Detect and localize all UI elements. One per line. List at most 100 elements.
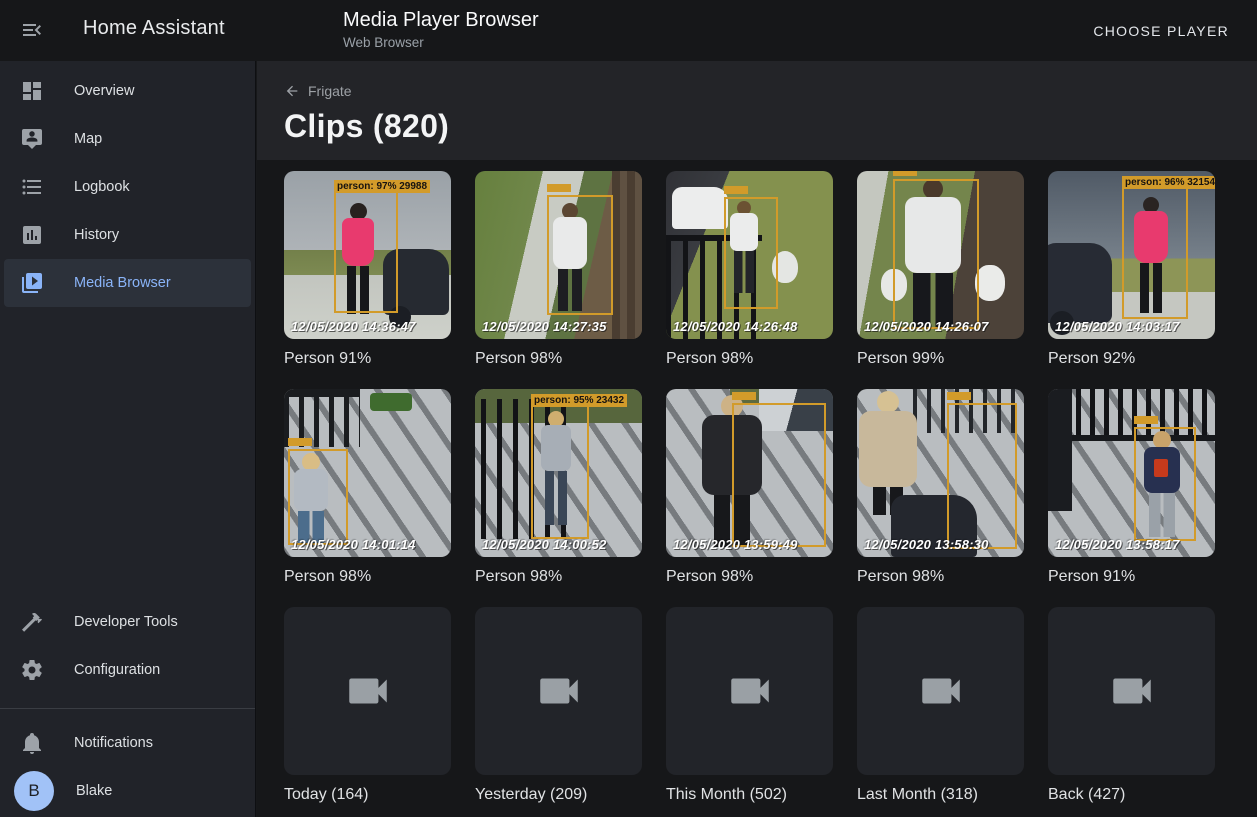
detection-chip: person: 97% 29988 <box>334 180 430 193</box>
sidebar-item-label: History <box>74 227 119 243</box>
folder-thumbnail[interactable] <box>666 607 833 775</box>
folder-thumbnail[interactable] <box>1048 607 1215 775</box>
sidebar-item-configuration[interactable]: Configuration <box>4 646 251 694</box>
porch-shape <box>612 171 642 339</box>
sidebar: Overview Map Logbook History Media Brows… <box>0 61 256 817</box>
folder-card-yesterday[interactable]: Yesterday (209) <box>475 607 642 804</box>
page-subtitle: Web Browser <box>343 35 539 50</box>
choose-player-button[interactable]: CHOOSE PLAYER <box>1085 0 1237 61</box>
menu-open-icon[interactable] <box>20 18 44 42</box>
content-header: Frigate Clips (820) <box>257 61 1257 160</box>
folder-label: This Month (502) <box>666 786 833 804</box>
folder-thumbnail[interactable] <box>475 607 642 775</box>
clip-label: Person 91% <box>1048 568 1215 586</box>
sidebar-item-media-browser[interactable]: Media Browser <box>4 259 251 307</box>
user-name: Blake <box>76 783 112 799</box>
clip-thumbnail[interactable]: 12/05/2020 14:26:48 <box>666 171 833 339</box>
clip-label: Person 98% <box>857 568 1024 586</box>
clip-card[interactable]: 12/05/2020 13:59:49 Person 98% <box>666 389 833 586</box>
detection-bbox <box>732 403 826 547</box>
clips-grid: person: 97% 29988 12/05/2020 14:36:47 Pe… <box>284 171 1257 804</box>
folder-label: Last Month (318) <box>857 786 1024 804</box>
sidebar-item-user[interactable]: B Blake <box>4 767 251 815</box>
sidebar-item-overview[interactable]: Overview <box>4 67 251 115</box>
sidebar-item-label: Overview <box>74 83 134 99</box>
bell-icon <box>20 731 44 755</box>
clip-thumbnail[interactable]: 12/05/2020 14:26:07 <box>857 171 1024 339</box>
detection-chip <box>893 171 917 176</box>
clip-card[interactable]: 12/05/2020 14:26:48 Person 98% <box>666 171 833 368</box>
detection-chip <box>547 184 571 192</box>
sidebar-item-map[interactable]: Map <box>4 115 251 163</box>
clip-label: Person 99% <box>857 350 1024 368</box>
clip-card[interactable]: 12/05/2020 13:58:17 Person 91% <box>1048 389 1215 586</box>
timestamp-overlay: 12/05/2020 13:58:30 <box>864 537 989 552</box>
sidebar-item-label: Notifications <box>74 735 153 751</box>
clip-thumbnail[interactable]: person: 96% 32154 12/05/2020 14:03:17 <box>1048 171 1215 339</box>
sidebar-item-label: Media Browser <box>74 275 171 291</box>
sidebar-item-label: Developer Tools <box>74 614 178 630</box>
clip-thumbnail[interactable]: 12/05/2020 14:27:35 <box>475 171 642 339</box>
clip-card[interactable]: 12/05/2020 14:27:35 Person 98% <box>475 171 642 368</box>
detection-bbox <box>288 449 348 545</box>
detection-bbox: person: 97% 29988 <box>334 191 398 313</box>
folder-thumbnail[interactable] <box>284 607 451 775</box>
sidebar-item-notifications[interactable]: Notifications <box>4 719 251 767</box>
clip-label: Person 98% <box>666 568 833 586</box>
detection-bbox: person: 95% 23432 <box>531 405 589 539</box>
clip-label: Person 92% <box>1048 350 1215 368</box>
folder-card-last-month[interactable]: Last Month (318) <box>857 607 1024 804</box>
detection-bbox <box>724 197 778 309</box>
sidebar-item-logbook[interactable]: Logbook <box>4 163 251 211</box>
folder-card-this-month[interactable]: This Month (502) <box>666 607 833 804</box>
timestamp-overlay: 12/05/2020 13:58:17 <box>1055 537 1180 552</box>
clip-thumbnail[interactable]: 12/05/2020 13:58:17 <box>1048 389 1215 557</box>
clip-thumbnail[interactable]: 12/05/2020 13:59:49 <box>666 389 833 557</box>
video-camera-icon <box>343 666 393 716</box>
sidebar-divider <box>0 708 255 709</box>
detection-chip <box>288 438 312 446</box>
trash-bag-shape <box>975 265 1005 301</box>
sidebar-item-history[interactable]: History <box>4 211 251 259</box>
breadcrumb[interactable]: Frigate <box>284 83 352 99</box>
clip-card[interactable]: person: 96% 32154 12/05/2020 14:03:17 Pe… <box>1048 171 1215 368</box>
timestamp-overlay: 12/05/2020 13:59:49 <box>673 537 798 552</box>
detection-chip: person: 96% 32154 <box>1122 176 1215 189</box>
clip-thumbnail[interactable]: person: 95% 23432 12/05/2020 14:00:52 <box>475 389 642 557</box>
clip-thumbnail[interactable]: 12/05/2020 14:01:14 <box>284 389 451 557</box>
clip-thumbnail[interactable]: 12/05/2020 13:58:30 <box>857 389 1024 557</box>
video-camera-icon <box>1107 666 1157 716</box>
video-camera-icon <box>916 666 966 716</box>
timestamp-overlay: 12/05/2020 14:26:07 <box>864 319 989 334</box>
history-icon <box>20 223 44 247</box>
folder-thumbnail[interactable] <box>857 607 1024 775</box>
clip-label: Person 91% <box>284 350 451 368</box>
gate-shape <box>1048 389 1072 511</box>
timestamp-overlay: 12/05/2020 14:26:48 <box>673 319 798 334</box>
stroller-shape <box>1048 243 1112 323</box>
clip-card[interactable]: 12/05/2020 13:58:30 Person 98% <box>857 389 1024 586</box>
clip-card[interactable]: person: 95% 23432 12/05/2020 14:00:52 Pe… <box>475 389 642 586</box>
clip-label: Person 98% <box>475 350 642 368</box>
avatar: B <box>14 771 54 811</box>
map-icon <box>20 127 44 151</box>
clip-label: Person 98% <box>475 568 642 586</box>
detection-bbox <box>893 179 979 329</box>
video-camera-icon <box>725 666 775 716</box>
folder-card-back[interactable]: Back (427) <box>1048 607 1215 804</box>
timestamp-overlay: 12/05/2020 14:03:17 <box>1055 319 1180 334</box>
clip-thumbnail[interactable]: person: 97% 29988 12/05/2020 14:36:47 <box>284 171 451 339</box>
detection-bbox <box>547 195 613 315</box>
timestamp-overlay: 12/05/2020 14:00:52 <box>482 537 607 552</box>
app-header: Home Assistant Media Player Browser Web … <box>0 0 1257 61</box>
clip-card[interactable]: 12/05/2020 14:01:14 Person 98% <box>284 389 451 586</box>
folder-card-today[interactable]: Today (164) <box>284 607 451 804</box>
sidebar-item-developer-tools[interactable]: Developer Tools <box>4 598 251 646</box>
clip-card[interactable]: person: 97% 29988 12/05/2020 14:36:47 Pe… <box>284 171 451 368</box>
clip-card[interactable]: 12/05/2020 14:26:07 Person 99% <box>857 171 1024 368</box>
gear-icon <box>20 658 44 682</box>
back-arrow-icon <box>284 83 300 99</box>
person-head <box>877 391 899 413</box>
hammer-icon <box>20 610 44 634</box>
detection-bbox <box>1134 427 1196 541</box>
